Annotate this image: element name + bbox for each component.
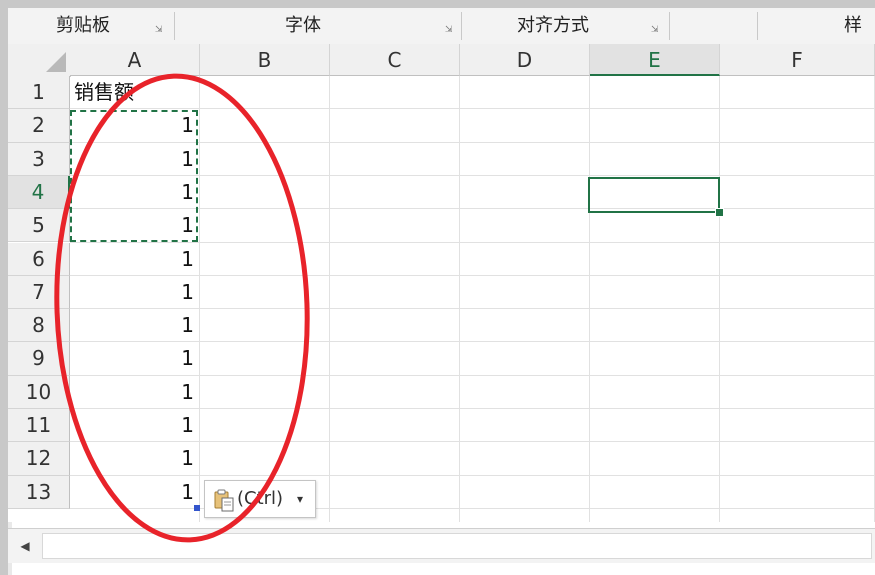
excel-window: 剪贴板 ⇲ 字体 ⇲ 对齐方式 ⇲ 样 ABCDEF 1 2 3 4 5 6 7 8 9 10 11…	[8, 8, 875, 575]
cell-area[interactable]: 销售额 1 1 1 1 1 1 1 1 1 1 1 1 (Ctrl) ▾	[70, 76, 875, 522]
ribbon-separator	[669, 12, 670, 40]
row-header-1[interactable]: 1	[8, 76, 70, 110]
horizontal-scrollbar[interactable]: ◀	[8, 528, 875, 563]
row-header-10[interactable]: 10	[8, 375, 70, 409]
alignment-launcher-icon[interactable]: ⇲	[651, 26, 660, 35]
column-header-e[interactable]: E	[590, 44, 720, 76]
column-gridline	[719, 76, 720, 522]
ribbon-separator	[174, 12, 175, 40]
chevron-down-icon: ▾	[297, 492, 304, 506]
scrollbar-track[interactable]	[42, 533, 872, 559]
column-header-b[interactable]: B	[200, 44, 330, 76]
cell-a11[interactable]: 1	[70, 409, 194, 442]
cell-a8[interactable]: 1	[70, 309, 194, 342]
column-header-a[interactable]: A	[70, 44, 200, 76]
paste-options-button[interactable]: (Ctrl) ▾	[204, 480, 316, 518]
copy-selection-marquee	[70, 110, 198, 242]
font-launcher-icon[interactable]: ⇲	[445, 26, 454, 35]
row-header-7[interactable]: 7	[8, 275, 70, 310]
cell-a13[interactable]: 1	[70, 476, 194, 509]
cell-a7[interactable]: 1	[70, 276, 194, 309]
cell-a1[interactable]: 销售额	[70, 76, 134, 109]
row-header-11[interactable]: 11	[8, 409, 70, 443]
row-header-5[interactable]: 5	[8, 209, 70, 243]
row-header-13[interactable]: 13	[8, 475, 70, 509]
autofill-marker	[194, 505, 200, 511]
column-gridline	[199, 76, 200, 522]
row-header-3[interactable]: 3	[8, 142, 70, 176]
ribbon-group-alignment: 对齐方式	[517, 15, 589, 36]
row-header-4[interactable]: 4	[8, 175, 70, 210]
select-all-triangle-icon	[46, 52, 66, 72]
ribbon-separator	[461, 12, 462, 40]
ribbon-separator	[757, 12, 758, 40]
ribbon-group-font: 字体	[285, 15, 321, 36]
column-header-f[interactable]: F	[720, 44, 875, 76]
fill-handle[interactable]	[715, 208, 724, 217]
select-all-corner[interactable]	[8, 44, 71, 77]
scroll-left-arrow-icon[interactable]: ◀	[16, 537, 34, 555]
column-gridline	[589, 76, 590, 522]
clipboard-paste-icon	[214, 489, 234, 512]
worksheet-grid: ABCDEF 1 2 3 4 5 6 7 8 9 10 11 12 13 销售额 1 1 1 1 1 1 1 1 1 1 1 1…	[8, 44, 875, 522]
column-header-c[interactable]: C	[330, 44, 460, 76]
ribbon-group-bar: 剪贴板 ⇲ 字体 ⇲ 对齐方式 ⇲ 样	[8, 8, 875, 45]
cell-a10[interactable]: 1	[70, 376, 194, 409]
ribbon-group-styles: 样	[844, 15, 862, 36]
row-header-8[interactable]: 8	[8, 309, 70, 343]
row-header-9[interactable]: 9	[8, 342, 70, 376]
clipboard-launcher-icon[interactable]: ⇲	[155, 26, 164, 35]
cell-a9[interactable]: 1	[70, 342, 194, 375]
row-header-6[interactable]: 6	[8, 242, 70, 276]
cell-a12[interactable]: 1	[70, 442, 194, 475]
active-cell-e4[interactable]	[588, 177, 720, 213]
paste-options-label: (Ctrl)	[237, 488, 284, 509]
column-gridline	[329, 76, 330, 522]
column-headers: ABCDEF	[70, 44, 875, 76]
ribbon-group-clipboard: 剪贴板	[56, 15, 110, 36]
row-header-12[interactable]: 12	[8, 442, 70, 476]
row-header-2[interactable]: 2	[8, 109, 70, 143]
column-gridline	[459, 76, 460, 522]
column-header-d[interactable]: D	[460, 44, 590, 76]
cell-a6[interactable]: 1	[70, 243, 194, 276]
